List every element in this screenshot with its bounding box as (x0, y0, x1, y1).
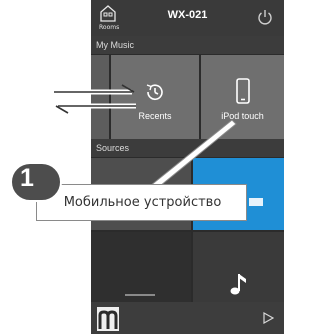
callout-box: Мобильное устройство (36, 184, 247, 221)
app-screen: Rooms WX-021 My Music Recents iPod touch… (91, 0, 284, 334)
swap-arrows-icon (54, 84, 136, 114)
album-art-logo (98, 310, 118, 329)
source-tile-3-mark (125, 294, 155, 296)
tile-ipod-touch[interactable]: iPod touch (201, 55, 284, 139)
play-icon[interactable] (262, 312, 274, 324)
source-tile-music[interactable] (193, 232, 284, 302)
history-clock-icon (146, 84, 163, 100)
power-icon[interactable] (256, 8, 274, 26)
mobile-device-icon (236, 78, 250, 104)
title-bar: Rooms WX-021 (91, 0, 284, 36)
callout-number: 1 (20, 164, 34, 192)
section-sources: Sources (91, 139, 284, 157)
album-art (97, 307, 119, 331)
mini-player[interactable] (91, 302, 284, 334)
tile-ipod-label: iPod touch (221, 111, 264, 121)
callout-number-badge: 1 (10, 162, 62, 202)
source-tile-3[interactable] (91, 232, 191, 302)
music-note-icon (230, 274, 246, 295)
rooms-label: Rooms (99, 24, 120, 31)
source-tile-2-mark (249, 198, 263, 206)
callout-text: Мобильное устройство (63, 195, 222, 210)
section-my-music: My Music (91, 36, 284, 54)
